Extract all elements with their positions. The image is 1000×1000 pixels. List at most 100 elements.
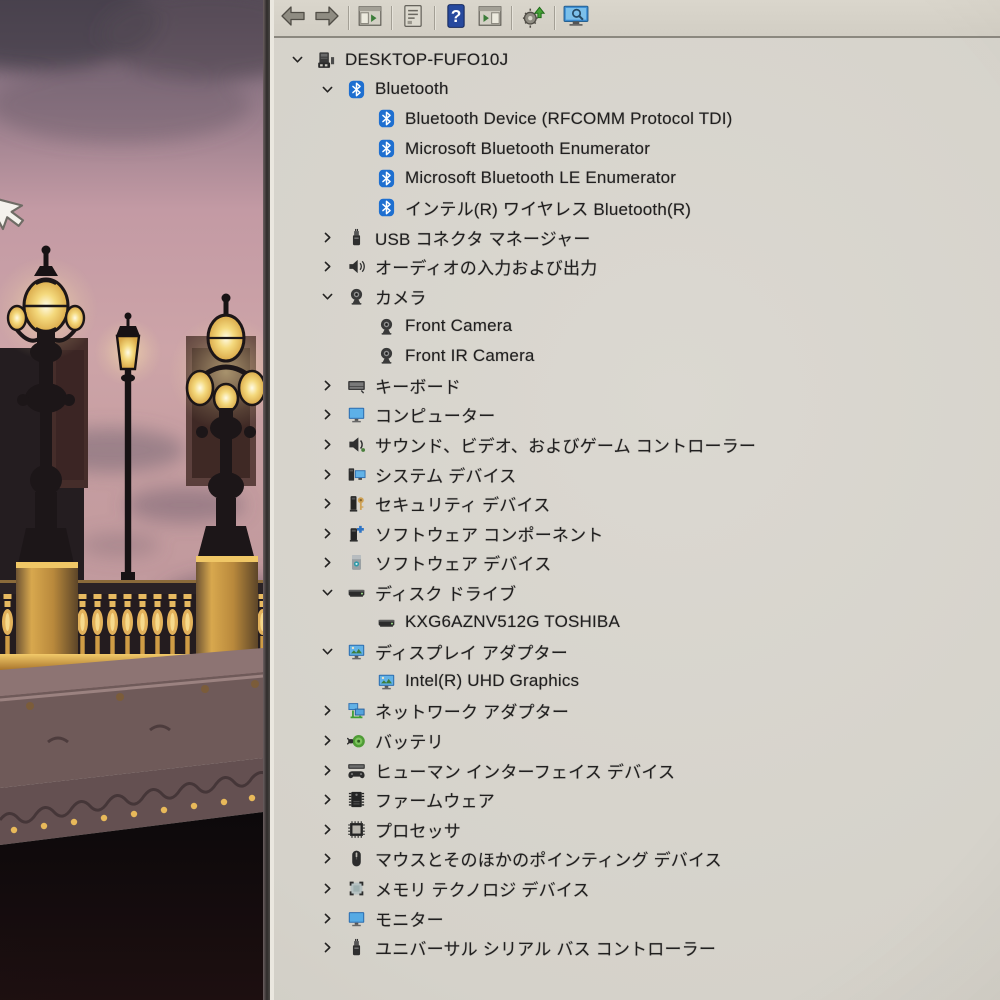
chevron-collapsed-icon[interactable] <box>320 938 346 958</box>
tree-item[interactable]: Intel(R) UHD Graphics <box>274 666 1000 696</box>
chevron-collapsed-icon[interactable] <box>320 464 346 484</box>
chevron-collapsed-icon[interactable] <box>320 257 346 277</box>
paris-bridge-wallpaper <box>0 0 263 1000</box>
chevron-collapsed-icon[interactable] <box>320 760 346 780</box>
device-manager-window: ? DESKTOP-FUFO10J Bluetooth Bluetooth Devi… <box>270 0 1000 1000</box>
chevron-collapsed-icon[interactable] <box>320 435 346 455</box>
tree-item-label: ソフトウェア コンポーネント <box>375 525 604 545</box>
camera-icon <box>346 287 366 307</box>
tree-item[interactable]: ファームウェア <box>274 785 1000 815</box>
tree-item[interactable]: ヒューマン インターフェイス デバイス <box>274 755 1000 785</box>
tree-item[interactable]: メモリ テクノロジ デバイス <box>274 874 1000 904</box>
tree-item[interactable]: KXG6AZNV512G TOSHIBA <box>274 607 1000 637</box>
usb-connector-icon <box>346 227 366 247</box>
forward-button[interactable] <box>310 3 344 33</box>
tree-item-label: Intel(R) UHD Graphics <box>405 671 580 691</box>
console-tree-toggle-button[interactable] <box>353 3 387 33</box>
tree-item[interactable]: オーディオの入力および出力 <box>274 252 1000 282</box>
tree-item[interactable]: DESKTOP-FUFO10J <box>274 45 1000 75</box>
properties-icon <box>400 3 426 34</box>
chevron-collapsed-icon[interactable] <box>320 405 346 425</box>
tree-item[interactable]: USB コネクタ マネージャー <box>274 223 1000 253</box>
arch-shadow <box>0 812 263 1000</box>
action-pane-button[interactable] <box>473 3 507 33</box>
chevron-collapsed-icon[interactable] <box>320 494 346 514</box>
tree-item-label: セキュリティ デバイス <box>375 496 551 516</box>
tree-item[interactable]: ネットワーク アダプター <box>274 696 1000 726</box>
toolbar-separator <box>511 6 512 30</box>
bluetooth-icon <box>376 168 396 188</box>
toolbar-separator <box>391 6 392 30</box>
tree-item[interactable]: ユニバーサル シリアル バス コントローラー <box>274 933 1000 963</box>
tree-item[interactable]: ソフトウェア コンポーネント <box>274 519 1000 549</box>
chevron-collapsed-icon[interactable] <box>320 878 346 898</box>
tree-item[interactable]: セキュリティ デバイス <box>274 489 1000 519</box>
tree-item[interactable]: Microsoft Bluetooth Enumerator <box>274 134 1000 164</box>
chevron-collapsed-icon[interactable] <box>320 227 346 247</box>
tree-item-label: Microsoft Bluetooth LE Enumerator <box>405 168 677 188</box>
desktop-wallpaper <box>0 0 263 1000</box>
chevron-collapsed-icon[interactable] <box>320 375 346 395</box>
update-driver-button[interactable] <box>516 3 550 33</box>
keyboard-icon <box>346 375 366 395</box>
tree-item[interactable]: インテル(R) ワイヤレス Bluetooth(R) <box>274 193 1000 223</box>
tree-item-label: Microsoft Bluetooth Enumerator <box>405 138 651 158</box>
chevron-collapsed-icon[interactable] <box>320 553 346 573</box>
chevron-expanded-icon[interactable] <box>320 582 346 602</box>
tree-item[interactable]: ソフトウェア デバイス <box>274 548 1000 578</box>
tree-item[interactable]: Front IR Camera <box>274 341 1000 371</box>
tree-item[interactable]: マウスとそのほかのポインティング デバイス <box>274 844 1000 874</box>
tree-item[interactable]: サウンド、ビデオ、およびゲーム コントローラー <box>274 430 1000 460</box>
tree-item[interactable]: ディスク ドライブ <box>274 578 1000 608</box>
chevron-expanded-icon[interactable] <box>320 287 346 307</box>
screen-photo: ? DESKTOP-FUFO10J Bluetooth Bluetooth Devi… <box>0 0 1000 1000</box>
tree-item[interactable]: キーボード <box>274 371 1000 401</box>
bluetooth-icon <box>376 198 396 218</box>
chevron-collapsed-icon[interactable] <box>320 701 346 721</box>
back-button[interactable] <box>276 3 310 33</box>
chevron-expanded-icon[interactable] <box>290 50 316 70</box>
action-pane-icon <box>477 3 503 34</box>
console-tree-icon <box>357 3 383 34</box>
chevron-expanded-icon[interactable] <box>320 642 346 662</box>
processor-icon <box>346 819 366 839</box>
bluetooth-icon <box>376 139 396 159</box>
tree-item[interactable]: プロセッサ <box>274 814 1000 844</box>
tree-item[interactable]: Bluetooth Device (RFCOMM Protocol TDI) <box>274 104 1000 134</box>
tree-item[interactable]: コンピューター <box>274 400 1000 430</box>
tree-item[interactable]: バッテリ <box>274 726 1000 756</box>
chevron-collapsed-icon[interactable] <box>320 819 346 839</box>
network-adapter-icon <box>346 701 366 721</box>
tree-item-label: ディスプレイ アダプター <box>375 644 568 664</box>
chevron-collapsed-icon[interactable] <box>320 523 346 543</box>
scan-hardware-button[interactable] <box>559 3 593 33</box>
display-adapter-icon <box>346 642 366 662</box>
tree-item[interactable]: モニター <box>274 903 1000 933</box>
tree-item[interactable]: Front Camera <box>274 311 1000 341</box>
tree-item[interactable]: システム デバイス <box>274 459 1000 489</box>
tree-item[interactable]: カメラ <box>274 282 1000 312</box>
tree-item-label: ディスク ドライブ <box>375 584 517 604</box>
sound-controller-icon <box>346 435 366 455</box>
tree-item[interactable]: Bluetooth <box>274 75 1000 105</box>
toolbar: ? <box>274 0 1000 38</box>
monitor-icon <box>346 908 366 928</box>
chevron-collapsed-icon[interactable] <box>320 849 346 869</box>
help-button[interactable]: ? <box>439 3 473 33</box>
tree-item-label: インテル(R) ワイヤレス Bluetooth(R) <box>405 200 692 220</box>
chevron-collapsed-icon[interactable] <box>320 790 346 810</box>
chevron-collapsed-icon[interactable] <box>320 730 346 750</box>
tree-item[interactable]: Microsoft Bluetooth LE Enumerator <box>274 163 1000 193</box>
chevron-collapsed-icon[interactable] <box>320 908 346 928</box>
chevron-expanded-icon[interactable] <box>320 79 346 99</box>
properties-button[interactable] <box>396 3 430 33</box>
tree-item-label: カメラ <box>375 289 427 309</box>
tree-item[interactable]: ディスプレイ アダプター <box>274 637 1000 667</box>
tree-item-label: Bluetooth Device (RFCOMM Protocol TDI) <box>405 108 733 128</box>
